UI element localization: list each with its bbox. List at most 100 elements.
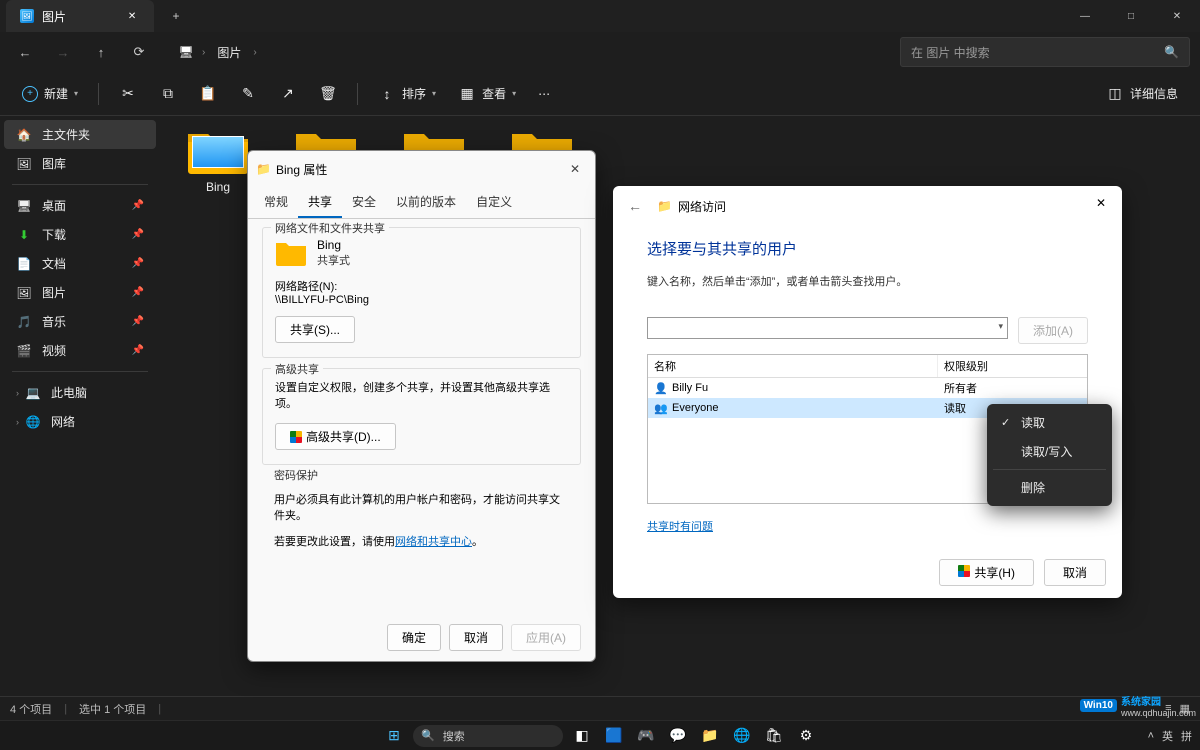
status-item-count: 4 个项目 (10, 701, 52, 717)
paste-button[interactable]: 📋 (191, 80, 225, 108)
sort-button[interactable]: ↕ 排序 ▾ (370, 80, 444, 108)
sidebar-home[interactable]: 🏠 主文件夹 (4, 120, 156, 149)
dialog-titlebar[interactable]: 📁 Bing 属性 ✕ (248, 151, 595, 187)
sharing-help-link[interactable]: 共享时有问题 (647, 521, 713, 533)
navigation-pane: 🏠 主文件夹 🖼 图库 🖥桌面📌 ⬇下载📌 📄文档📌 🖼图片📌 🎵音乐📌 🎬视频… (0, 116, 160, 696)
search-placeholder: 在 图片 中搜索 (911, 44, 1164, 61)
taskbar-explorer[interactable]: 📁 (697, 723, 723, 749)
maximize-button[interactable]: □ (1108, 0, 1154, 32)
new-button[interactable]: + 新建 ▾ (14, 80, 86, 107)
sidebar-music[interactable]: 🎵音乐📌 (4, 307, 156, 336)
apply-button[interactable]: 应用(A) (511, 624, 581, 651)
sidebar-pictures[interactable]: 🖼图片📌 (4, 278, 156, 307)
menu-item-readwrite[interactable]: 读取/写入 (991, 437, 1108, 466)
search-icon: 🔍 (421, 729, 435, 742)
task-view-button[interactable]: ◧ (569, 723, 595, 749)
pin-icon[interactable]: 📌 (132, 258, 144, 269)
back-button[interactable]: ← (623, 194, 647, 218)
network-center-link[interactable]: 网络和共享中心 (395, 536, 472, 548)
shared-folder-name: Bing (317, 238, 350, 252)
user-select-input[interactable]: ▾ (647, 317, 1008, 339)
tab-share[interactable]: 共享 (298, 187, 342, 218)
rename-button[interactable]: ✎ (231, 80, 265, 108)
refresh-button[interactable]: ⟳ (124, 37, 154, 67)
search-input[interactable]: 在 图片 中搜索 🔍 (900, 37, 1190, 67)
advanced-sharing-group: 高级共享 设置自定义权限，创建多个共享，并设置其他高级共享选项。 高级共享(D)… (262, 368, 581, 465)
close-tab-icon[interactable]: ✕ (124, 8, 140, 24)
cancel-button[interactable]: 取消 (1044, 559, 1106, 586)
share-button[interactable]: ↗ (271, 80, 305, 108)
column-permission[interactable]: 权限级别 (938, 355, 1087, 377)
share-button[interactable]: 共享(H) (939, 559, 1034, 586)
taskbar-settings[interactable]: ⚙ (793, 723, 819, 749)
ok-button[interactable]: 确定 (387, 624, 441, 651)
divider (98, 83, 99, 105)
taskbar-store[interactable]: 🛍 (761, 723, 787, 749)
cut-button[interactable]: ✂ (111, 80, 145, 108)
cancel-button[interactable]: 取消 (449, 624, 503, 651)
tab-security[interactable]: 安全 (342, 187, 386, 218)
back-button[interactable]: ← (10, 37, 40, 67)
minimize-button[interactable]: — (1062, 0, 1108, 32)
tab-customize[interactable]: 自定义 (466, 187, 522, 218)
taskbar-edge[interactable]: 🌐 (729, 723, 755, 749)
monitor-icon[interactable]: 🖥 (178, 44, 194, 60)
tab-general[interactable]: 常规 (254, 187, 298, 218)
breadcrumb-item[interactable]: 图片 (213, 44, 245, 61)
table-row[interactable]: 👤Billy Fu 所有者 (648, 378, 1087, 398)
advanced-share-button[interactable]: 高级共享(D)... (275, 423, 396, 450)
copy-button[interactable]: ⧉ (151, 80, 185, 108)
close-dialog-button[interactable]: ✕ (1088, 192, 1114, 214)
sidebar-thispc[interactable]: ›💻此电脑 (4, 378, 156, 407)
window-tab[interactable]: 🖼 图片 ✕ (6, 0, 154, 32)
sidebar-gallery[interactable]: 🖼 图库 (4, 149, 156, 178)
menu-item-remove[interactable]: 删除 (991, 473, 1108, 502)
chevron-right-icon[interactable]: › (253, 47, 256, 58)
sidebar-desktop[interactable]: 🖥桌面📌 (4, 191, 156, 220)
share-button[interactable]: 共享(S)... (275, 316, 355, 343)
ime-language[interactable]: 英 (1162, 728, 1173, 744)
tab-previous-versions[interactable]: 以前的版本 (386, 187, 466, 218)
dialog-title: 网络访问 (678, 198, 726, 215)
ime-mode[interactable]: 拼 (1181, 728, 1192, 744)
chevron-right-icon[interactable]: › (16, 417, 19, 427)
close-dialog-button[interactable]: ✕ (563, 157, 587, 181)
taskbar-app[interactable]: 💬 (665, 723, 691, 749)
sidebar-network[interactable]: ›🌐网络 (4, 407, 156, 436)
group-icon: 👥 (654, 401, 668, 415)
pc-icon: 💻 (25, 385, 41, 401)
taskbar-search[interactable]: 🔍 搜索 (413, 725, 563, 747)
add-button[interactable]: 添加(A) (1018, 317, 1088, 344)
chevron-right-icon[interactable]: › (16, 388, 19, 398)
check-icon: ✓ (1001, 416, 1013, 429)
view-button[interactable]: ▦ 查看 ▾ (450, 80, 524, 108)
taskbar-app[interactable]: 🎮 (633, 723, 659, 749)
close-window-button[interactable]: ✕ (1154, 0, 1200, 32)
sidebar-downloads[interactable]: ⬇下载📌 (4, 220, 156, 249)
delete-button[interactable]: 🗑 (311, 80, 345, 108)
user-icon: 👤 (654, 381, 668, 395)
tray-chevron-icon[interactable]: ˄ (1148, 730, 1154, 742)
advanced-description: 设置自定义权限，创建多个共享，并设置其他高级共享选项。 (275, 379, 568, 411)
network-sharing-group: 网络文件和文件夹共享 Bing 共享式 网络路径(N): \\BILLYFU-P… (262, 227, 581, 358)
forward-button[interactable]: → (48, 37, 78, 67)
new-tab-button[interactable]: + (160, 0, 192, 32)
menu-item-read[interactable]: ✓读取 (991, 408, 1108, 437)
sidebar-videos[interactable]: 🎬视频📌 (4, 336, 156, 365)
more-button[interactable]: ⋯ (530, 82, 558, 106)
pin-icon[interactable]: 📌 (132, 200, 144, 211)
pin-icon[interactable]: 📌 (132, 287, 144, 298)
chevron-down-icon: ▾ (512, 89, 516, 98)
up-button[interactable]: ↑ (86, 37, 116, 67)
column-name[interactable]: 名称 (648, 355, 938, 377)
sort-icon: ↕ (378, 85, 396, 103)
pin-icon[interactable]: 📌 (132, 345, 144, 356)
start-button[interactable]: ⊞ (381, 723, 407, 749)
details-pane-button[interactable]: ◫ 详细信息 (1098, 80, 1186, 108)
folder-icon (186, 126, 250, 174)
widget-button[interactable]: 🟦 (601, 723, 627, 749)
status-selected-count: 选中 1 个项目 (79, 701, 146, 717)
sidebar-documents[interactable]: 📄文档📌 (4, 249, 156, 278)
pin-icon[interactable]: 📌 (132, 316, 144, 327)
pin-icon[interactable]: 📌 (132, 229, 144, 240)
